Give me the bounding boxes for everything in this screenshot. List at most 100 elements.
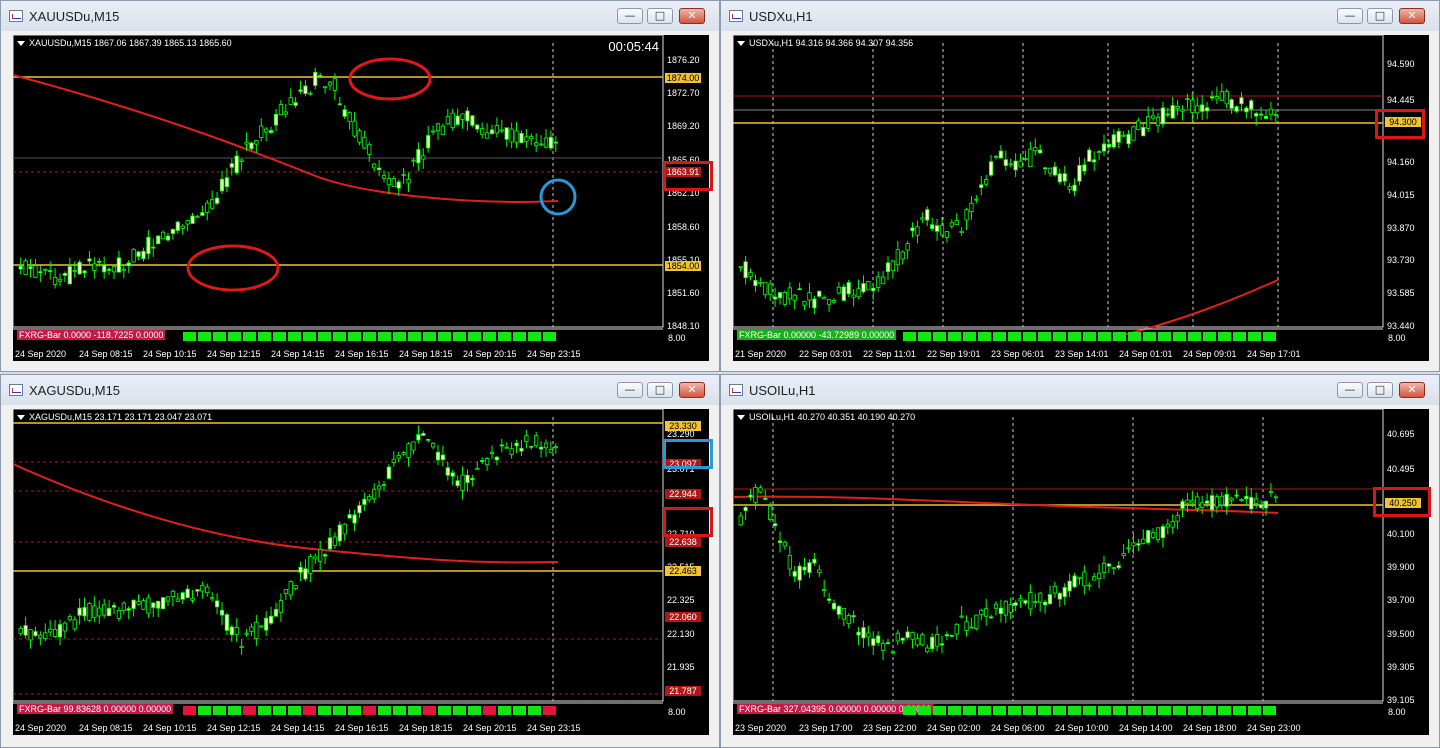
candle-body xyxy=(851,294,856,298)
candle-body xyxy=(489,451,495,454)
candle-body xyxy=(763,281,768,296)
candle-body xyxy=(254,621,259,639)
maximize-button[interactable]: □ xyxy=(647,382,673,398)
indicator-bar xyxy=(933,332,946,341)
window-title: XAUUSDu,M15 xyxy=(29,9,120,24)
candle-body xyxy=(984,608,989,617)
candle-body xyxy=(23,625,28,636)
indicator-bar xyxy=(228,706,241,715)
candle-body xyxy=(411,159,416,162)
minimize-button[interactable]: — xyxy=(1337,382,1363,398)
close-button[interactable]: ✕ xyxy=(679,8,705,24)
candle-body xyxy=(1126,134,1131,145)
indicator-bar xyxy=(498,706,511,715)
candle-body xyxy=(278,104,284,116)
chart-canvas xyxy=(733,35,1384,341)
candle-body xyxy=(62,273,68,276)
candle-body xyxy=(224,614,230,631)
candle-body xyxy=(116,609,122,619)
candle-body xyxy=(993,155,999,158)
candle-body xyxy=(969,626,974,629)
candle-body xyxy=(18,265,23,270)
minimize-button[interactable]: — xyxy=(617,8,643,24)
candle-body xyxy=(1092,159,1097,163)
candle-body xyxy=(77,607,82,616)
candle-body xyxy=(131,599,136,609)
window-title: USDXu,H1 xyxy=(749,9,813,24)
candle-body xyxy=(1190,499,1195,504)
window-titlebar[interactable]: XAUUSDu,M15 — □ ✕ xyxy=(1,1,719,31)
chart-window-usoil[interactable]: USOILu,H1 — □ ✕ USOILu,H1 40.270 40.351 … xyxy=(720,374,1440,748)
close-button[interactable]: ✕ xyxy=(1399,382,1425,398)
indicator-bar xyxy=(903,332,916,341)
candle-body xyxy=(288,581,293,596)
candle-body xyxy=(519,447,524,452)
window-titlebar[interactable]: USOILu,H1 — □ ✕ xyxy=(721,375,1439,405)
indicator-bar xyxy=(438,332,451,341)
candle-body xyxy=(1180,109,1185,112)
candle-body xyxy=(930,636,935,650)
indicator-bar xyxy=(318,706,331,715)
candle-body xyxy=(416,149,421,164)
candle-body xyxy=(1062,587,1067,597)
price-axis-label: 39.500 xyxy=(1387,629,1415,639)
candle-body xyxy=(210,597,215,600)
candle-body xyxy=(160,597,166,610)
indicator-bar xyxy=(1233,706,1246,715)
close-button[interactable]: ✕ xyxy=(679,382,705,398)
candle-body xyxy=(1175,514,1180,522)
candle-body xyxy=(1072,575,1077,588)
candle-body xyxy=(905,631,910,638)
candle-body xyxy=(1096,572,1102,580)
maximize-button[interactable]: □ xyxy=(1367,382,1393,398)
candle-body xyxy=(1258,504,1264,508)
candle-body xyxy=(817,569,822,574)
indicator-bar xyxy=(363,706,376,715)
time-axis-label: 23 Sep 06:01 xyxy=(991,349,1045,359)
price-axis-label: 40.695 xyxy=(1387,429,1415,439)
candle-body xyxy=(934,225,940,232)
candle-body xyxy=(156,600,161,609)
close-button[interactable]: ✕ xyxy=(1399,8,1425,24)
candle-body xyxy=(28,266,33,270)
candle-body xyxy=(92,605,97,619)
maximize-button[interactable]: □ xyxy=(647,8,673,24)
candle-body xyxy=(190,597,195,601)
chart-window-usdx[interactable]: USDXu,H1 — □ ✕ USDXu,H1 94.316 94.366 94… xyxy=(720,0,1440,372)
price-axis-label: 94.015 xyxy=(1387,190,1415,200)
chart-window-xagusd[interactable]: XAGUSDu,M15 — □ ✕ XAGUSDu,M15 23.171 23.… xyxy=(0,374,720,748)
candle-body xyxy=(465,474,470,483)
highlight-box xyxy=(663,507,713,537)
chart-plot[interactable]: XAUUSDu,M15 1867.06 1867.39 1865.13 1865… xyxy=(13,35,709,361)
maximize-button[interactable]: □ xyxy=(1367,8,1393,24)
candle-body xyxy=(964,621,969,632)
candle-body xyxy=(283,589,288,594)
chart-plot[interactable]: USDXu,H1 94.316 94.366 94.307 94.356 FXR… xyxy=(733,35,1429,361)
candle-body xyxy=(87,603,92,621)
candle-body xyxy=(979,184,984,188)
candle-body xyxy=(959,230,964,233)
chart-plot[interactable]: XAGUSDu,M15 23.171 23.171 23.047 23.071 … xyxy=(13,409,709,735)
chart-window-xauusd[interactable]: XAUUSDu,M15 — □ ✕ XAUUSDu,M15 1867.06 18… xyxy=(0,0,720,372)
minimize-button[interactable]: — xyxy=(617,382,643,398)
candle-body xyxy=(67,266,72,285)
candle-body xyxy=(836,606,842,615)
candle-body xyxy=(205,586,210,594)
candle-body xyxy=(969,202,974,213)
candle-body xyxy=(401,174,406,176)
candle-body xyxy=(1200,104,1205,112)
candle-body xyxy=(367,144,372,155)
chart-plot[interactable]: USOILu,H1 40.270 40.351 40.190 40.270 FX… xyxy=(733,409,1429,735)
candle-body xyxy=(1087,584,1092,587)
candle-body xyxy=(126,262,131,267)
candle-body xyxy=(190,215,195,224)
candle-body xyxy=(807,292,812,301)
candle-body xyxy=(861,283,866,293)
time-axis-label: 24 Sep 20:15 xyxy=(463,723,517,733)
candle-body xyxy=(214,600,220,608)
minimize-button[interactable]: — xyxy=(1337,8,1363,24)
window-titlebar[interactable]: USDXu,H1 — □ ✕ xyxy=(721,1,1439,31)
candle-body xyxy=(1175,105,1180,110)
candle-body xyxy=(327,537,333,550)
window-titlebar[interactable]: XAGUSDu,M15 — □ ✕ xyxy=(1,375,719,405)
